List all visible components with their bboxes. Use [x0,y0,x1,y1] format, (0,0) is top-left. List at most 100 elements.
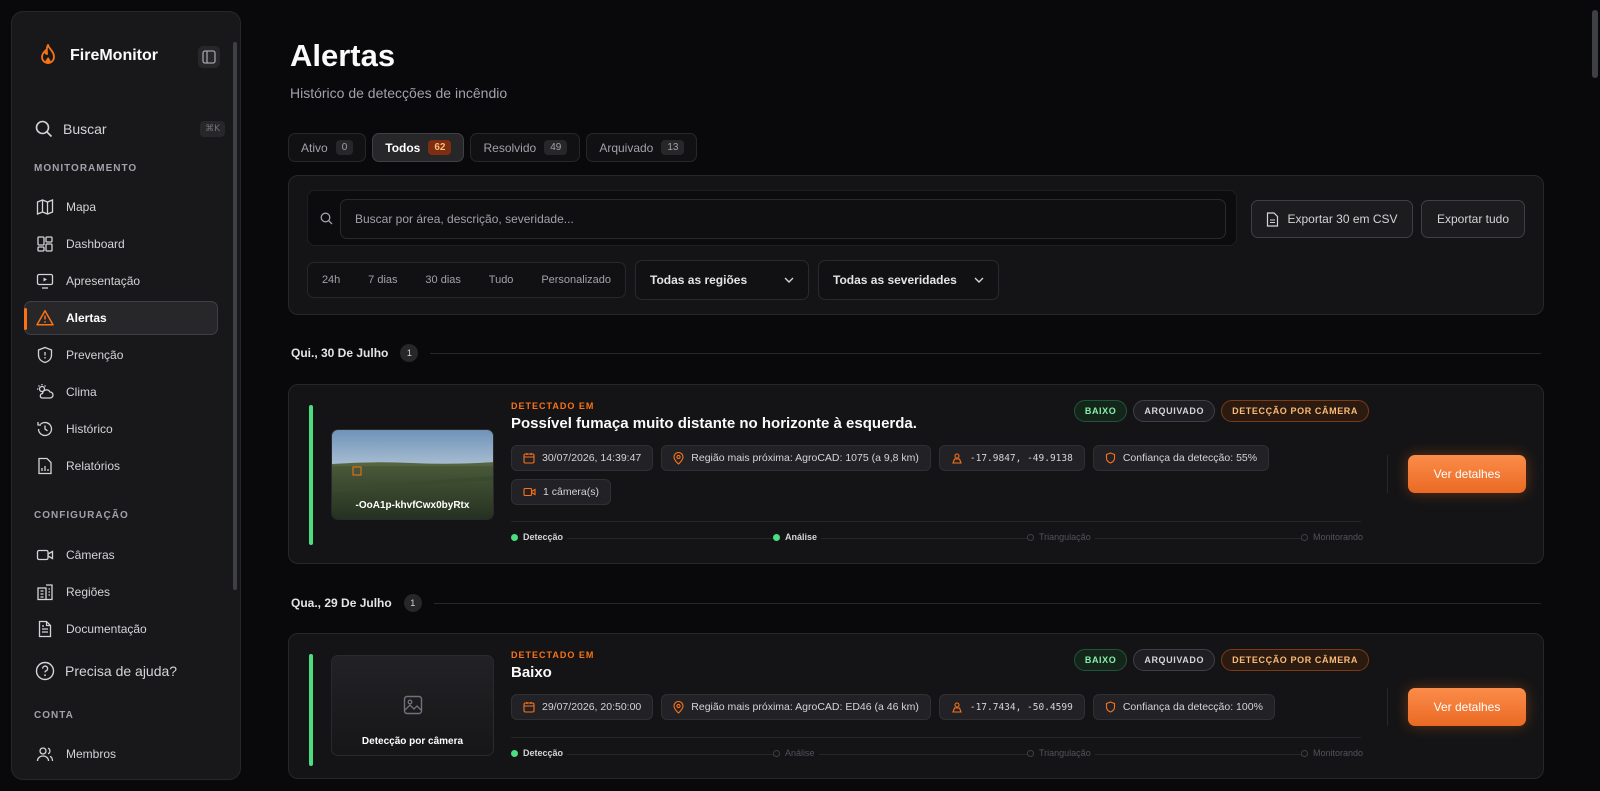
step-triangulation: Triangulação [1027,748,1095,758]
view-details-button[interactable]: Ver detalhes [1408,688,1526,726]
alert-meta: 29/07/2026, 20:50:00 Região mais próxima… [511,694,1311,720]
weather-icon [37,384,54,399]
tab-resolvido[interactable]: Resolvido 49 [470,133,581,162]
step-detection: Detecção [511,748,568,758]
step-label: Detecção [523,532,564,542]
sidebar-item-dashboard[interactable]: Dashboard [24,227,218,261]
status-tabs: Ativo 0 Todos 62 Resolvido 49 Arquivado 13 [288,133,698,162]
sidebar-item-label: Clima [66,385,97,399]
group-date: Qui., 30 De Julho [291,346,389,360]
export-csv-button[interactable]: Exportar 30 em CSV [1251,200,1413,238]
divider [1387,688,1388,726]
search-icon [320,212,333,225]
tab-arquivado[interactable]: Arquivado 13 [586,133,698,162]
region-chip: Região mais próxima: AgroCAD: 1075 (a 9,… [661,445,931,471]
region-select[interactable]: Todas as regiões [635,260,809,300]
alert-card[interactable]: -OoA1p-khvfCwx0byRtx DETECTADO EM Possív… [288,384,1544,564]
sidebar-item-documentacao[interactable]: Documentação [24,612,218,646]
help-link[interactable]: Precisa de ajuda? [35,661,177,681]
sidebar-item-relatorios[interactable]: Relatórios [24,449,218,483]
video-camera-icon [523,487,536,497]
sidebar-item-label: Mapa [66,200,97,214]
sidebar-item-prevencao[interactable]: Prevenção [24,338,218,372]
search-box [307,190,1237,246]
collapse-sidebar-button[interactable] [198,46,220,68]
search-shortcut: ⌘K [200,121,225,137]
file-icon [1267,211,1279,227]
sidebar-item-label: Histórico [66,422,113,436]
range-24h[interactable]: 24h [322,274,340,286]
severity-select[interactable]: Todas as severidades [818,260,999,300]
view-details-button[interactable]: Ver detalhes [1408,455,1526,493]
section-config: CONFIGURAÇÃO [34,510,129,521]
datetime-value: 29/07/2026, 20:50:00 [542,701,642,713]
group-date: Qua., 29 De Julho [291,596,392,610]
confidence-value: Confiança da detecção: 100% [1122,701,1263,713]
chevron-down-icon [784,277,794,283]
confidence-chip: Confiança da detecção: 100% [1092,694,1275,720]
sidebar-item-apresentacao[interactable]: Apresentação [24,264,218,298]
step-dot [1027,533,1034,541]
alert-card[interactable]: Detecção por câmera DETECTADO EM Baixo B… [288,633,1544,779]
step-label: Análise [785,748,815,758]
tab-count: 13 [661,140,685,155]
range-all[interactable]: Tudo [489,274,514,286]
alert-thumbnail[interactable]: Detecção por câmera [331,655,494,756]
shield-icon [1105,701,1115,713]
step-analysis: Análise [773,532,822,542]
sidebar-item-cameras[interactable]: Câmeras [24,538,218,572]
divider [511,737,1361,738]
coordinates-chip: -17.9847, -49.9138 [938,445,1085,471]
sidebar-item-regioes[interactable]: Regiões [24,575,218,609]
page-scrollbar[interactable] [1592,10,1598,78]
section-monitoring: MONITORAMENTO [34,163,138,174]
shield-icon [1105,452,1115,464]
datetime-chip: 30/07/2026, 14:39:47 [511,445,654,471]
group-count: 1 [400,344,419,362]
badge-group: BAIXO ARQUIVADO DETECÇÃO POR CÂMERA [1073,400,1369,422]
sidebar-item-alertas[interactable]: Alertas [24,301,218,335]
calendar-icon [523,453,535,464]
alert-thumbnail[interactable]: -OoA1p-khvfCwx0byRtx [331,429,494,520]
sidebar-item-clima[interactable]: Clima [24,375,218,409]
calendar-icon [523,702,535,713]
status-badge: ARQUIVADO [1133,400,1216,422]
map-icon [36,199,54,215]
range-30-days[interactable]: 30 dias [425,274,460,286]
sidebar-item-membros[interactable]: Membros [24,737,218,771]
location-person-icon [952,453,962,464]
export-all-button[interactable]: Exportar tudo [1421,200,1525,238]
sidebar-item-label: Membros [66,747,117,761]
sidebar-item-historico[interactable]: Histórico [24,412,218,446]
datetime-chip: 29/07/2026, 20:50:00 [511,694,654,720]
sidebar-search[interactable]: Buscar ⌘K [35,116,225,142]
severity-badge: BAIXO [1073,649,1128,671]
severity-select-value: Todas as severidades [833,273,957,287]
step-dot [1301,533,1308,541]
step-monitoring: Monitorando [1301,748,1368,758]
tab-label: Todos [385,140,421,155]
range-7-days[interactable]: 7 dias [368,274,397,286]
sidebar-item-label: Dashboard [66,237,125,251]
range-custom[interactable]: Personalizado [541,274,611,286]
users-icon [36,747,54,762]
tab-todos[interactable]: Todos 62 [372,133,465,162]
alert-search-input[interactable] [340,199,1226,239]
step-label: Detecção [523,748,564,758]
filter-panel: Exportar 30 em CSV Exportar tudo 24h 7 d… [288,175,1544,315]
brand[interactable]: FireMonitor [38,44,158,68]
sidebar-item-mapa[interactable]: Mapa [24,190,218,224]
alert-triangle-icon [36,310,54,326]
sidebar-scrollbar[interactable] [233,42,237,590]
coordinates-value: -17.9847, -49.9138 [969,452,1073,464]
step-monitoring: Monitorando [1301,532,1368,542]
date-group-header: Qua., 29 De Julho 1 [291,594,1541,612]
map-pin-icon [673,451,684,465]
alert-title: Possível fumaça muito distante no horizo… [511,415,917,432]
camera-icon [36,549,54,561]
sidebar-toggle-icon [202,50,216,64]
sidebar-item-label: Relatórios [66,459,121,473]
step-label: Análise [785,532,818,542]
tab-label: Resolvido [483,140,537,155]
tab-ativo[interactable]: Ativo 0 [288,133,367,162]
